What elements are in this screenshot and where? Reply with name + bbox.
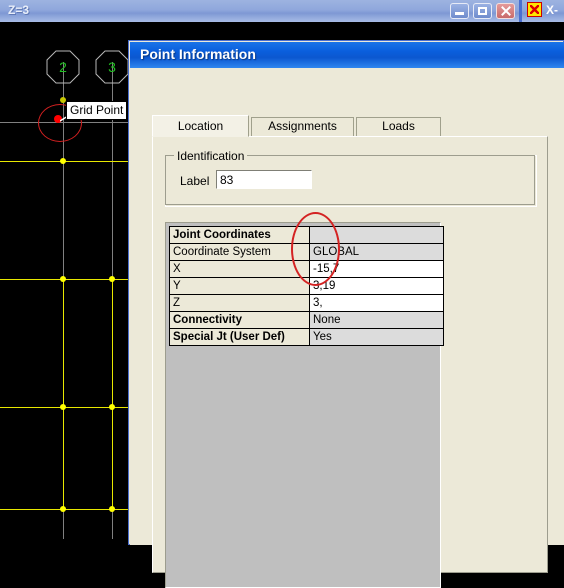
label-input[interactable]: 83 bbox=[216, 170, 312, 189]
frame-member-horizontal bbox=[0, 279, 138, 280]
property-value-connectivity: None bbox=[309, 311, 444, 329]
table-row: Coordinate System GLOBAL bbox=[169, 243, 444, 261]
application-icon bbox=[527, 2, 542, 17]
grid-bubble-label: 3 bbox=[108, 59, 116, 75]
frame-member-horizontal bbox=[0, 161, 138, 162]
table-row: Joint Coordinates bbox=[169, 226, 444, 244]
property-value-y[interactable]: 3,19 bbox=[309, 277, 444, 295]
label-caption: Label bbox=[180, 174, 210, 188]
property-name: Special Jt (User Def) bbox=[169, 328, 310, 346]
dialog-title: Point Information bbox=[140, 46, 256, 62]
grid-bubble: 3 bbox=[95, 50, 129, 84]
table-row: X -15,7 bbox=[169, 260, 444, 278]
property-value bbox=[309, 226, 444, 244]
tab-location[interactable]: Location bbox=[152, 115, 249, 137]
property-name: Z bbox=[169, 294, 310, 312]
background-window-title: Z=3 bbox=[8, 3, 30, 17]
tab-strip: Location Assignments Loads bbox=[152, 115, 441, 137]
secondary-window-title: X- bbox=[546, 3, 558, 17]
property-name: Coordinate System bbox=[169, 243, 310, 261]
property-value-special-jt: Yes bbox=[309, 328, 444, 346]
dialog-body: Location Assignments Loads Identificatio… bbox=[130, 68, 564, 588]
identification-legend: Identification bbox=[174, 149, 248, 163]
identification-group: Identification Label 83 bbox=[165, 149, 537, 207]
joint-node[interactable] bbox=[60, 276, 66, 282]
frame-member-vertical bbox=[112, 279, 113, 511]
property-name: Joint Coordinates bbox=[169, 226, 310, 244]
property-name: Y bbox=[169, 277, 310, 295]
property-value-coordinate-system[interactable]: GLOBAL bbox=[309, 243, 444, 261]
joint-node[interactable] bbox=[109, 276, 115, 282]
maximize-icon bbox=[478, 7, 487, 15]
close-button[interactable] bbox=[496, 3, 515, 19]
point-information-dialog: Point Information Location Assignments L… bbox=[128, 40, 564, 588]
dialog-titlebar[interactable]: Point Information bbox=[130, 42, 564, 68]
tab-loads[interactable]: Loads bbox=[356, 117, 441, 136]
table-row: Connectivity None bbox=[169, 311, 444, 329]
property-name: Connectivity bbox=[169, 311, 310, 329]
property-value-z[interactable]: 3, bbox=[309, 294, 444, 312]
joint-node[interactable] bbox=[60, 506, 66, 512]
joint-node[interactable] bbox=[109, 404, 115, 410]
frame-member-horizontal bbox=[0, 407, 138, 408]
tab-assignments[interactable]: Assignments bbox=[251, 117, 354, 136]
grid-point-tooltip: Grid Point bbox=[66, 101, 128, 120]
property-name: X bbox=[169, 260, 310, 278]
grid-bubble: 2 bbox=[46, 50, 80, 84]
joint-node[interactable] bbox=[109, 506, 115, 512]
joint-properties-panel: Joint Coordinates Coordinate System GLOB… bbox=[165, 222, 444, 588]
minimize-icon bbox=[455, 12, 464, 15]
table-row: Z 3, bbox=[169, 294, 444, 312]
frame-member-vertical bbox=[63, 279, 64, 511]
grid-bubble-label: 2 bbox=[59, 59, 67, 75]
table-row: Special Jt (User Def) Yes bbox=[169, 328, 444, 346]
minimize-button[interactable] bbox=[450, 3, 469, 19]
joint-node[interactable] bbox=[60, 158, 66, 164]
joint-properties-table: Joint Coordinates Coordinate System GLOB… bbox=[169, 226, 444, 346]
frame-member-horizontal bbox=[0, 509, 138, 510]
background-window-titlebar: Z=3 bbox=[0, 0, 564, 23]
joint-properties-table-body: Joint Coordinates Coordinate System GLOB… bbox=[169, 226, 444, 346]
joint-node[interactable] bbox=[60, 404, 66, 410]
table-row: Y 3,19 bbox=[169, 277, 444, 295]
maximize-button[interactable] bbox=[473, 3, 492, 19]
property-value-x[interactable]: -15,7 bbox=[309, 260, 444, 278]
tab-page-location: Identification Label 83 Joint Coordinate… bbox=[152, 136, 548, 588]
